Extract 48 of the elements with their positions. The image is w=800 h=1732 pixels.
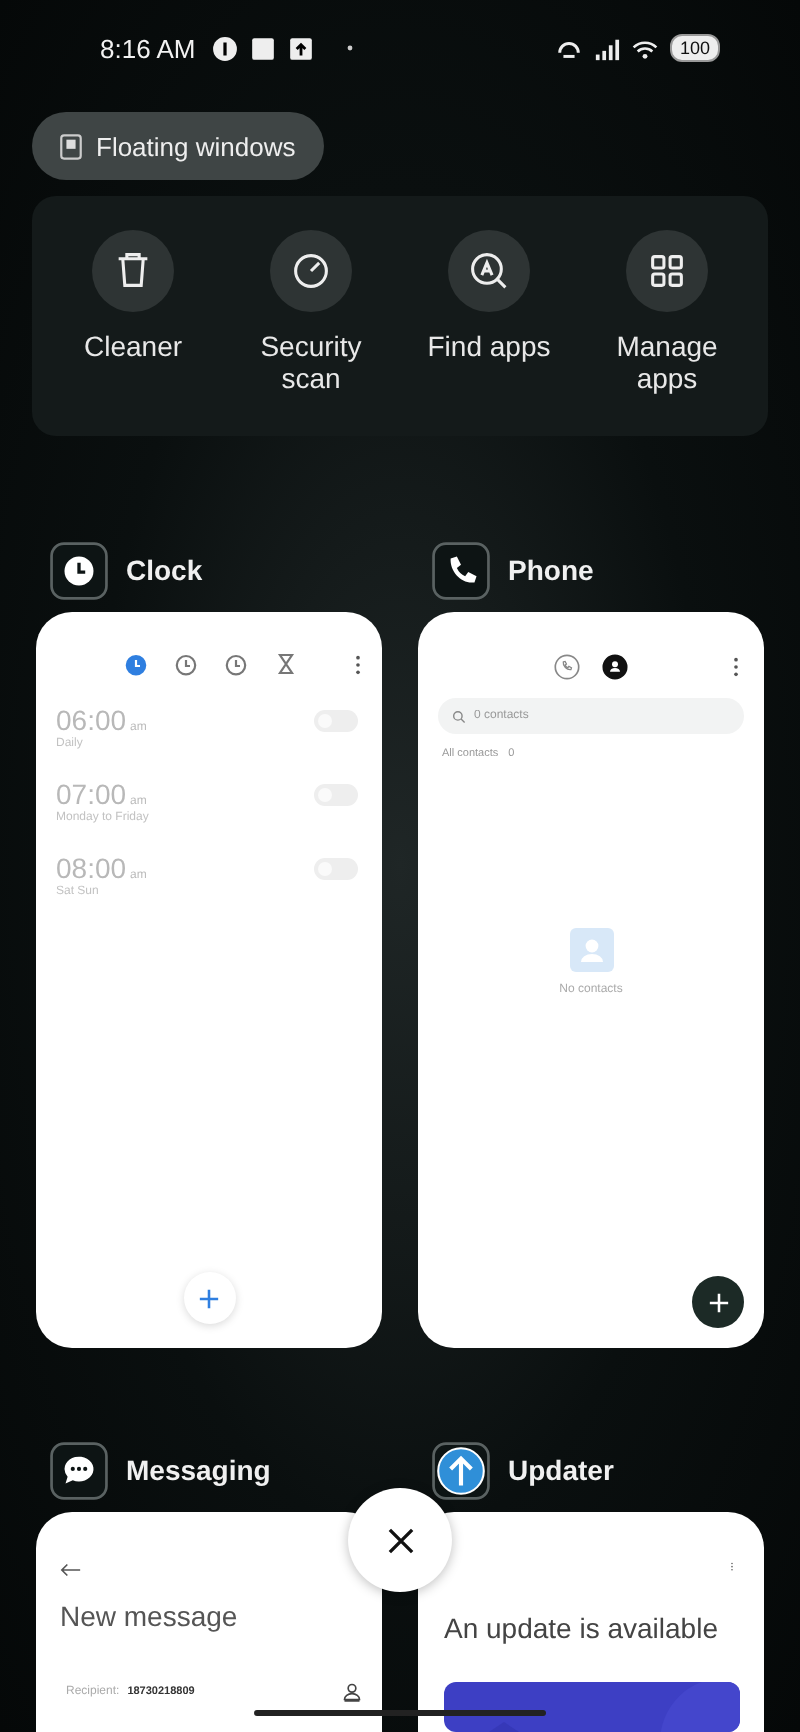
gauge-icon[interactable]: [270, 230, 352, 312]
add-contact-button[interactable]: [692, 1276, 744, 1328]
phone-app-icon[interactable]: [432, 541, 490, 599]
tool-label[interactable]: Security scan: [235, 330, 387, 394]
upload-icon: [287, 35, 314, 61]
find-icon[interactable]: [448, 230, 530, 312]
grid-icon[interactable]: [626, 230, 708, 312]
app-name: Phone: [508, 554, 594, 586]
floating-windows-button[interactable]: Floating windows: [32, 112, 324, 180]
clock-app-icon[interactable]: [50, 541, 108, 599]
message-title: New message: [60, 1600, 240, 1632]
update-title: An update is available: [444, 1611, 720, 1644]
plus-icon: [198, 1287, 220, 1309]
notification-icon: [211, 35, 238, 61]
person-icon[interactable]: [602, 654, 628, 680]
back-arrow-icon[interactable]: [60, 1562, 82, 1578]
plus-icon: [707, 1291, 729, 1313]
chat-bubble-icon[interactable]: [50, 1441, 108, 1499]
more-notifications-icon: [345, 44, 354, 52]
update-arrow-icon[interactable]: [432, 1441, 490, 1499]
more-icon[interactable]: [732, 656, 740, 678]
battery-level: 100: [669, 34, 720, 62]
app-preview-card[interactable]: An update is available: [418, 1512, 764, 1732]
square-icon: [249, 35, 276, 61]
hourglass-icon[interactable]: [274, 652, 298, 676]
close-icon: [387, 1527, 413, 1553]
add-alarm-button[interactable]: [183, 1272, 235, 1324]
app-name: Messaging: [126, 1454, 271, 1486]
alarm-time: 07:00: [56, 778, 127, 810]
signal-icon: [593, 35, 620, 61]
tool-label[interactable]: Manage apps: [591, 330, 743, 394]
clock-icon[interactable]: [174, 652, 198, 676]
contact-icon[interactable]: [342, 1682, 362, 1702]
window-icon: [60, 133, 82, 159]
tool-label[interactable]: Cleaner: [57, 330, 209, 362]
more-icon[interactable]: [354, 653, 362, 675]
app-name: Updater: [508, 1454, 614, 1486]
trash-icon[interactable]: [92, 230, 174, 312]
alarm-time: 08:00: [56, 852, 127, 884]
wifi-icon: [631, 35, 658, 61]
status-time: 8:16 AM: [100, 33, 196, 63]
stopwatch-icon[interactable]: [224, 652, 248, 676]
app-name: Clock: [126, 554, 203, 586]
phone-icon[interactable]: [554, 654, 580, 680]
alarm-icon[interactable]: [124, 652, 148, 676]
tool-label[interactable]: Find apps: [413, 330, 565, 362]
alarm-time: 06:00: [56, 704, 127, 736]
contact-placeholder-icon: [569, 928, 613, 972]
